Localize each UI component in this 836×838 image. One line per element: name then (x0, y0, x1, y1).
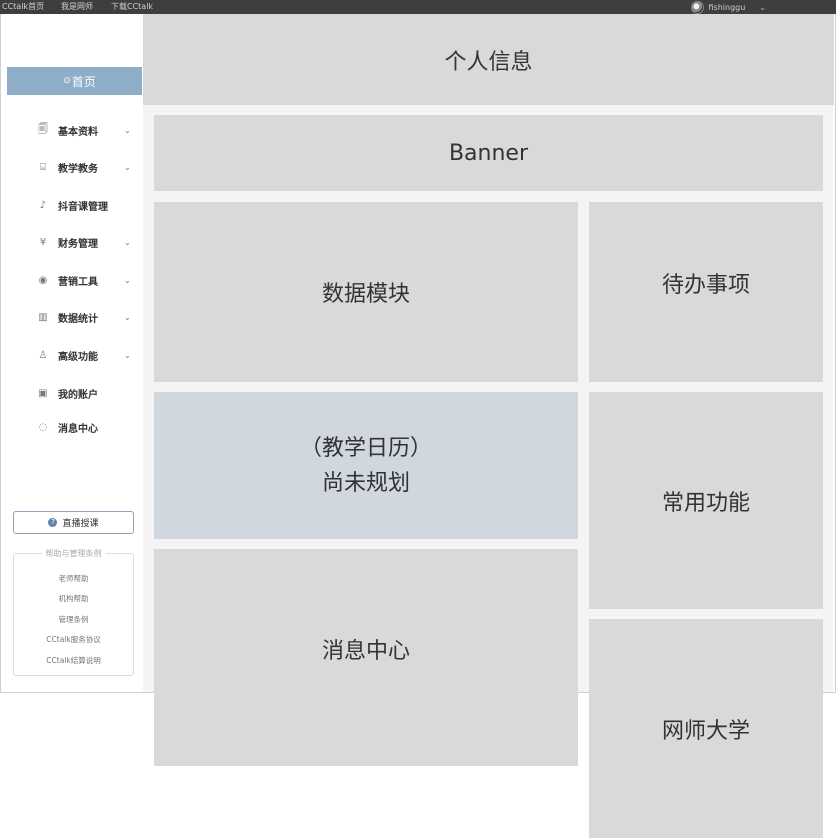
chevron-down-icon[interactable]: ⌄ (124, 351, 131, 360)
live-teaching-button[interactable]: ? 直播授课 (13, 511, 134, 534)
sidebar-item[interactable]: ◌ 消息中心 (2, 416, 142, 438)
sidebar-item[interactable]: 🗐 基本资料 ⌄ (2, 119, 142, 141)
live-icon: ? (48, 518, 58, 527)
sidebar-item[interactable]: ⌸ 教学教务 ⌄ (2, 156, 142, 178)
calendar-title: （教学日历） (299, 435, 432, 461)
todo-label: 待办事项 (661, 273, 750, 298)
help-section: 帮助与管理条例 老师帮助 机构帮助 管理条例 CCtalk服务协议 CCtalk… (13, 549, 134, 676)
chevron-down-icon[interactable]: ⌄ (124, 238, 131, 247)
university-block[interactable]: 网师大学 (589, 619, 823, 838)
chevron-down-icon[interactable]: ⌄ (124, 276, 131, 285)
profile-block[interactable]: 个人信息 (143, 14, 834, 105)
sidebar-item-label: 财务管理 (58, 238, 98, 250)
chevron-down-icon[interactable]: ⌄ (124, 126, 131, 135)
sidebar: ⊙ 首页 🗐 基本资料 ⌄ ⌸ 教学教务 ⌄ ♪ 抖音课管理 ¥ 财务管理 ⌄ ◉ 营销工具 ⌄ ▥ 数据统计… (2, 14, 142, 692)
common-functions-label: 常用功能 (661, 490, 750, 516)
chart-icon: ▥ (38, 311, 48, 323)
i-am-teacher-link[interactable]: 我是网师 (61, 1, 93, 13)
sidebar-item-label: 消息中心 (58, 423, 98, 435)
help-link-rules[interactable]: 管理条例 (14, 614, 133, 625)
sidebar-item-label: 数据统计 (58, 313, 98, 325)
help-link-teacher[interactable]: 老师帮助 (14, 573, 133, 584)
sidebar-item-label: 基本资料 (58, 126, 98, 138)
banner-label: Banner (448, 140, 529, 166)
sidebar-item-label: 教学教务 (58, 163, 98, 175)
chevron-down-icon[interactable]: ⌄ (124, 313, 131, 322)
username[interactable]: fishinggu (709, 3, 746, 12)
teaching-calendar-block[interactable]: （教学日历） 尚未规划 (154, 392, 578, 539)
notification-icon: ◌ (38, 421, 48, 433)
help-link-institution[interactable]: 机构帮助 (14, 593, 133, 604)
live-teaching-label: 直播授课 (62, 519, 99, 529)
chevron-down-icon[interactable]: ⌄ (124, 163, 131, 172)
cctalk-home-link[interactable]: CCtalk首页 (2, 1, 44, 13)
common-functions-block[interactable]: 常用功能 (589, 392, 823, 609)
money-icon: ¥ (39, 236, 47, 248)
sidebar-item-label: 高级功能 (58, 351, 98, 363)
id-card-icon: ▣ (38, 387, 48, 399)
bell-icon: ♙ (38, 349, 48, 361)
sidebar-item[interactable]: ♪ 抖音课管理 (2, 194, 142, 216)
sidebar-item[interactable]: ♙ 高级功能 ⌄ (2, 344, 142, 366)
sidebar-item-label: 首页 (71, 74, 96, 89)
sidebar-item[interactable]: ▥ 数据统计 ⌄ (2, 306, 142, 328)
calendar-status: 尚未规划 (321, 470, 410, 496)
sidebar-item[interactable]: ◉ 营销工具 ⌄ (2, 269, 142, 291)
user-menu[interactable]: fishinggu ⌄ (690, 0, 766, 14)
sidebar-item-label: 我的账户 (58, 389, 98, 401)
sidebar-item[interactable]: ¥ 财务管理 ⌄ (2, 231, 142, 253)
broadcast-icon: ◉ (38, 274, 48, 286)
sidebar-item-label: 抖音课管理 (58, 201, 108, 213)
university-label: 网师大学 (661, 718, 750, 744)
avatar[interactable] (690, 0, 704, 14)
top-bar: CCtalk首页 我是网师 下载CCtalk fishinggu ⌄ (0, 0, 836, 14)
banner-block[interactable]: Banner (154, 115, 823, 191)
sidebar-item[interactable]: ▣ 我的账户 (2, 382, 142, 404)
document-icon: 🗐 (38, 123, 48, 135)
help-link-service-agreement[interactable]: CCtalk服务协议 (14, 634, 133, 645)
tiktok-icon: ♪ (39, 199, 47, 211)
profile-label: 个人信息 (444, 49, 533, 75)
whiteboard-icon: ⌸ (40, 161, 46, 173)
sidebar-item-label: 营销工具 (58, 276, 98, 288)
help-link-settlement[interactable]: CCtalk结算说明 (14, 655, 133, 666)
chevron-down-icon[interactable]: ⌄ (759, 3, 766, 12)
messages-label: 消息中心 (321, 638, 410, 664)
messages-block[interactable]: 消息中心 (154, 549, 578, 766)
home-icon: ⊙ (63, 76, 71, 86)
download-cctalk-link[interactable]: 下载CCtalk (111, 1, 153, 13)
help-title: 帮助与管理条例 (14, 548, 133, 559)
data-module-block[interactable]: 数据模块 (154, 202, 578, 382)
sidebar-item-home[interactable]: ⊙ 首页 (7, 67, 142, 95)
data-module-label: 数据模块 (321, 282, 410, 307)
todo-block[interactable]: 待办事项 (589, 202, 823, 382)
